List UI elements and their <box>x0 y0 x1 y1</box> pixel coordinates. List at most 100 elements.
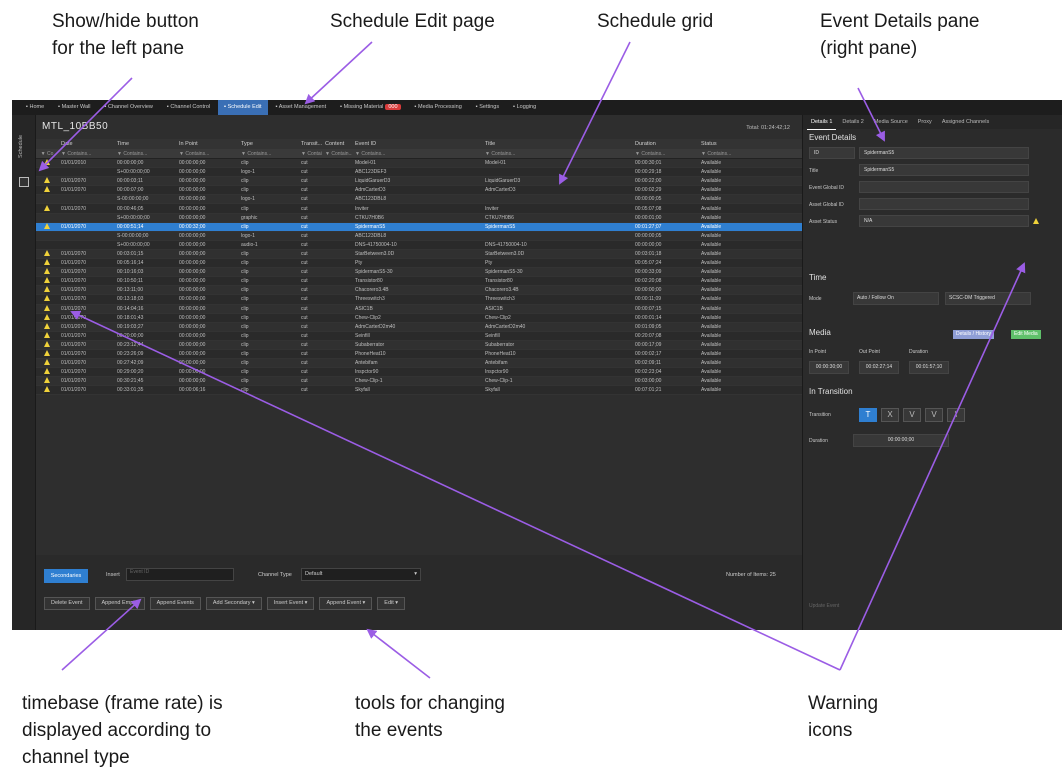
table-cell: ASIC1B <box>355 305 373 312</box>
tool-button[interactable]: Append Event ▾ <box>319 597 373 610</box>
column-header[interactable]: Duration <box>632 141 698 147</box>
field-input[interactable] <box>859 181 1029 193</box>
table-row[interactable]: 01/01/2070 00:03:01;15 00:00:00;00 clip cut S… <box>36 249 802 260</box>
field-input[interactable] <box>859 198 1029 210</box>
table-row[interactable]: S+00:00:00;00 00:00:00;00 logo-1 cut ABC123D… <box>36 168 802 178</box>
nav-logging[interactable]: ▪ Logging <box>507 100 542 115</box>
edit-media-button[interactable]: Edit Media <box>1011 330 1041 339</box>
nav-channel-control[interactable]: ▪ Channel Control <box>161 100 216 115</box>
table-row[interactable]: S+00:00:00;00 00:00:00;00 graphic cut CTKU7H… <box>36 213 802 223</box>
nav-media-processing[interactable]: ▪ Media Processing <box>409 100 468 115</box>
trigger-select[interactable]: SCSC-DM Triggered <box>945 292 1031 305</box>
nav-master-wall[interactable]: ▪ Master Wall <box>52 100 96 115</box>
column-header[interactable]: Transit... <box>298 141 322 147</box>
table-row[interactable]: 01/01/2070 00:27:42;09 00:00:00;00 clip cut A… <box>36 359 802 369</box>
table-row[interactable]: 01/01/2070 00:18:01;43 00:00:00;00 clip cut C… <box>36 313 802 323</box>
column-header[interactable]: In Point <box>176 141 238 147</box>
column-filter[interactable]: ▼ Contains... <box>482 151 632 157</box>
table-row[interactable]: 01/01/2010 00:00:00;00 00:00:00;00 clip cut M… <box>36 159 802 169</box>
nav-channel-overview[interactable]: ▪ Channel Overview <box>98 100 158 115</box>
column-header[interactable]: Title <box>482 141 632 147</box>
column-filter[interactable]: ▼ Contains... <box>632 151 698 157</box>
column-header[interactable]: Time <box>114 141 176 147</box>
tab-details-2[interactable]: Details 2 <box>838 115 867 129</box>
table-row[interactable]: 01/01/2070 00:13:11;00 00:00:00;00 clip cut C… <box>36 286 802 296</box>
column-header[interactable]: Event ID <box>352 141 482 147</box>
in-point-field[interactable]: 00:00:30;00 <box>809 361 849 374</box>
column-header[interactable]: Content <box>322 141 352 147</box>
table-row[interactable]: S+00:00:00;00 00:00:00;00 audio-1 cut DNS-41… <box>36 240 802 250</box>
nav-asset-management[interactable]: ▪ Asset Management <box>270 100 333 115</box>
column-filter[interactable]: ▼ Contains... <box>58 151 114 157</box>
mode-select[interactable]: Auto / Follow On <box>853 292 939 305</box>
table-row[interactable]: 01/01/2070 00:00:03;11 00:00:00;00 clip cut L… <box>36 177 802 187</box>
tab-assigned-channels[interactable]: Assigned Channels <box>938 115 993 129</box>
table-row[interactable]: 01/01/2070 00:29:00;20 00:00:00;00 clip cut I… <box>36 368 802 378</box>
table-row[interactable]: 01/01/2070 00:23:26;09 00:00:00;00 clip cut P… <box>36 349 802 360</box>
table-cell: PhoneHeat10 <box>485 351 516 358</box>
update-event-button[interactable]: Update Event <box>809 603 839 609</box>
table-row[interactable]: 01/01/2070 00:20:00;00 00:00:00;00 clip cut S… <box>36 331 802 341</box>
transition-button[interactable]: V <box>925 408 943 422</box>
insert-input[interactable]: Event ID <box>126 568 234 581</box>
table-row[interactable]: 01/01/2070 00:00:07;00 00:00:00;00 clip cut A… <box>36 186 802 196</box>
tool-button[interactable]: Insert Event ▾ <box>266 597 315 610</box>
transition-button[interactable]: V <box>903 408 921 422</box>
tool-button[interactable]: Edit ▾ <box>377 597 406 610</box>
tool-button[interactable]: Append Empty <box>94 597 145 610</box>
table-row[interactable]: 01/01/2070 00:30:21;45 00:00:00;00 clip cut C… <box>36 377 802 387</box>
details-history-button[interactable]: Details / History <box>953 330 995 339</box>
column-filter[interactable]: ▼ Contains... <box>698 151 748 157</box>
tab-details-1[interactable]: Details 1 <box>807 115 837 130</box>
table-cell: 01/01/2070 <box>61 305 87 312</box>
table-row[interactable]: 01/01/2070 00:10:50;11 00:00:00;00 clip cut T… <box>36 277 802 287</box>
tool-button[interactable]: Add Secondary ▾ <box>205 597 262 610</box>
nav-home[interactable]: ▪ Home <box>20 100 50 115</box>
table-row[interactable]: 01/01/2070 00:05:16;14 00:00:00;00 clip cut P… <box>36 259 802 269</box>
field-input[interactable]: SpidermanS5 <box>859 164 1029 176</box>
table-cell: 00:00:07;00 <box>117 187 144 194</box>
field-input[interactable]: SpidermanS5 <box>859 147 1029 159</box>
channel-type-select[interactable]: Default ▾ <box>301 568 421 581</box>
column-header[interactable]: Date <box>58 141 114 147</box>
table-row[interactable]: 01/01/2070 00:10:16;03 00:00:00;00 clip cut S… <box>36 268 802 278</box>
show-hide-left-pane-button[interactable] <box>19 177 29 187</box>
table-row[interactable]: 01/01/2070 00:13:18;03 00:00:00;00 clip cut T… <box>36 295 802 305</box>
table-row[interactable]: S-00:00:00;00 00:00:00;00 logo-1 cut ABC123D… <box>36 231 802 241</box>
nav-missing-material[interactable]: ▪ Missing Material 000 <box>334 100 406 115</box>
column-filter[interactable]: ▼ Contains... <box>352 151 482 157</box>
column-header[interactable]: Type <box>238 141 298 147</box>
table-row[interactable]: 01/01/2070 00:33:01;35 00:00:06;16 clip cut S… <box>36 386 802 396</box>
transition-duration-field[interactable]: 00:00:00;00 <box>853 434 949 447</box>
tool-button[interactable]: Delete Event <box>44 597 90 610</box>
column-filter[interactable]: ▼ Contains... <box>114 151 176 157</box>
table-cell: PhoneHeat10 <box>355 351 386 358</box>
column-filter[interactable]: ▼ Contains <box>298 151 322 157</box>
tab-proxy[interactable]: Proxy <box>914 115 936 129</box>
media-duration-field[interactable]: 00:01:57;10 <box>909 361 949 374</box>
nav-schedule-edit[interactable]: ▪ Schedule Edit <box>218 100 268 115</box>
column-filter[interactable]: ▼ Contain... <box>322 151 352 157</box>
nav-settings[interactable]: ▪ Settings <box>470 100 505 115</box>
table-row[interactable]: S-00:00:00;00 00:00:00;00 logo-1 cut ABC123D… <box>36 195 802 205</box>
transition-button[interactable]: T <box>859 408 877 422</box>
table-row[interactable]: 01/01/2070 00:14:04;16 00:00:00;00 clip cut A… <box>36 304 802 314</box>
column-filter[interactable]: ▼ Contains... <box>176 151 238 157</box>
table-row[interactable]: 01/01/2070 00:00:46;05 00:00:00;00 clip cut I… <box>36 204 802 214</box>
transition-button[interactable]: \ <box>947 408 965 422</box>
column-filter[interactable]: ▼ Co <box>36 151 58 157</box>
tab-media-source[interactable]: Media Source <box>870 115 912 129</box>
field-input[interactable]: N/A <box>859 215 1029 227</box>
transition-button[interactable]: X <box>881 408 899 422</box>
column-header[interactable]: Status <box>698 141 748 147</box>
tool-button[interactable]: Append Events <box>149 597 201 610</box>
out-point-field[interactable]: 00:02:27;14 <box>859 361 899 374</box>
column-filter[interactable]: ▼ Contains... <box>238 151 298 157</box>
table-cell: logo-1 <box>241 196 255 203</box>
table-row[interactable]: 01/01/2070 00:19:03;27 00:00:00;00 clip cut A… <box>36 322 802 332</box>
table-row[interactable]: 01/01/2070 00:23:12;44 00:00:00;00 clip cut S… <box>36 340 802 350</box>
timebase-button[interactable]: Secondaries <box>44 569 88 583</box>
table-row[interactable]: 01/01/2070 00:00:51;14 00:00:32;00 clip cut S… <box>36 222 802 232</box>
nav-label: Settings <box>479 104 500 110</box>
arrow-schedule-edit <box>304 41 373 105</box>
